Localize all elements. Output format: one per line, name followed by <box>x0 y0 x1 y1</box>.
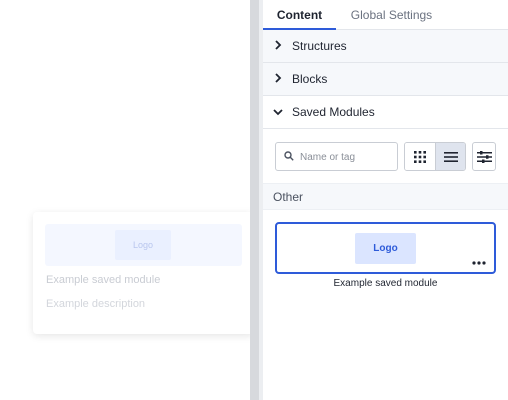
module-logo: Logo <box>355 233 416 264</box>
tab-content[interactable]: Content <box>263 0 336 30</box>
module-name: Example saved module <box>333 278 438 289</box>
search-icon <box>284 151 294 161</box>
filter-button[interactable] <box>472 142 496 171</box>
preview-thumbnail: Logo <box>45 224 242 266</box>
chevron-right-icon <box>273 63 283 96</box>
chevron-down-icon <box>273 96 283 129</box>
dragged-module-preview[interactable]: Logo Example saved module Example descri… <box>33 212 254 334</box>
preview-logo: Logo <box>115 230 171 260</box>
panel-tabs: Content Global Settings <box>263 0 508 30</box>
group-header-other: Other <box>263 183 508 210</box>
saved-module-card[interactable]: Logo <box>275 222 496 274</box>
section-label: Saved Modules <box>292 105 375 119</box>
tab-global-settings[interactable]: Global Settings <box>349 0 434 30</box>
search-input[interactable] <box>300 147 394 167</box>
view-toggle <box>404 142 466 171</box>
grid-view-button[interactable] <box>405 143 435 170</box>
scrollbar[interactable] <box>250 0 259 400</box>
preview-title: Example saved module <box>46 274 161 286</box>
section-label: Blocks <box>292 72 328 86</box>
list-view-icon <box>444 152 458 162</box>
preview-description: Example description <box>46 298 146 310</box>
section-saved-modules[interactable]: Saved Modules <box>263 96 508 129</box>
list-view-button[interactable] <box>435 143 465 170</box>
chevron-right-icon <box>273 30 283 63</box>
search-field[interactable] <box>275 142 398 171</box>
section-blocks[interactable]: Blocks <box>263 63 508 96</box>
filter-sliders-icon <box>477 151 492 163</box>
side-panel: Content Global Settings Structures Block… <box>263 0 508 400</box>
grid-view-icon <box>414 151 426 163</box>
section-structures[interactable]: Structures <box>263 30 508 63</box>
more-options-icon[interactable] <box>468 256 490 270</box>
section-label: Structures <box>292 39 347 53</box>
canvas-area: Logo Example saved module Example descri… <box>0 0 254 400</box>
